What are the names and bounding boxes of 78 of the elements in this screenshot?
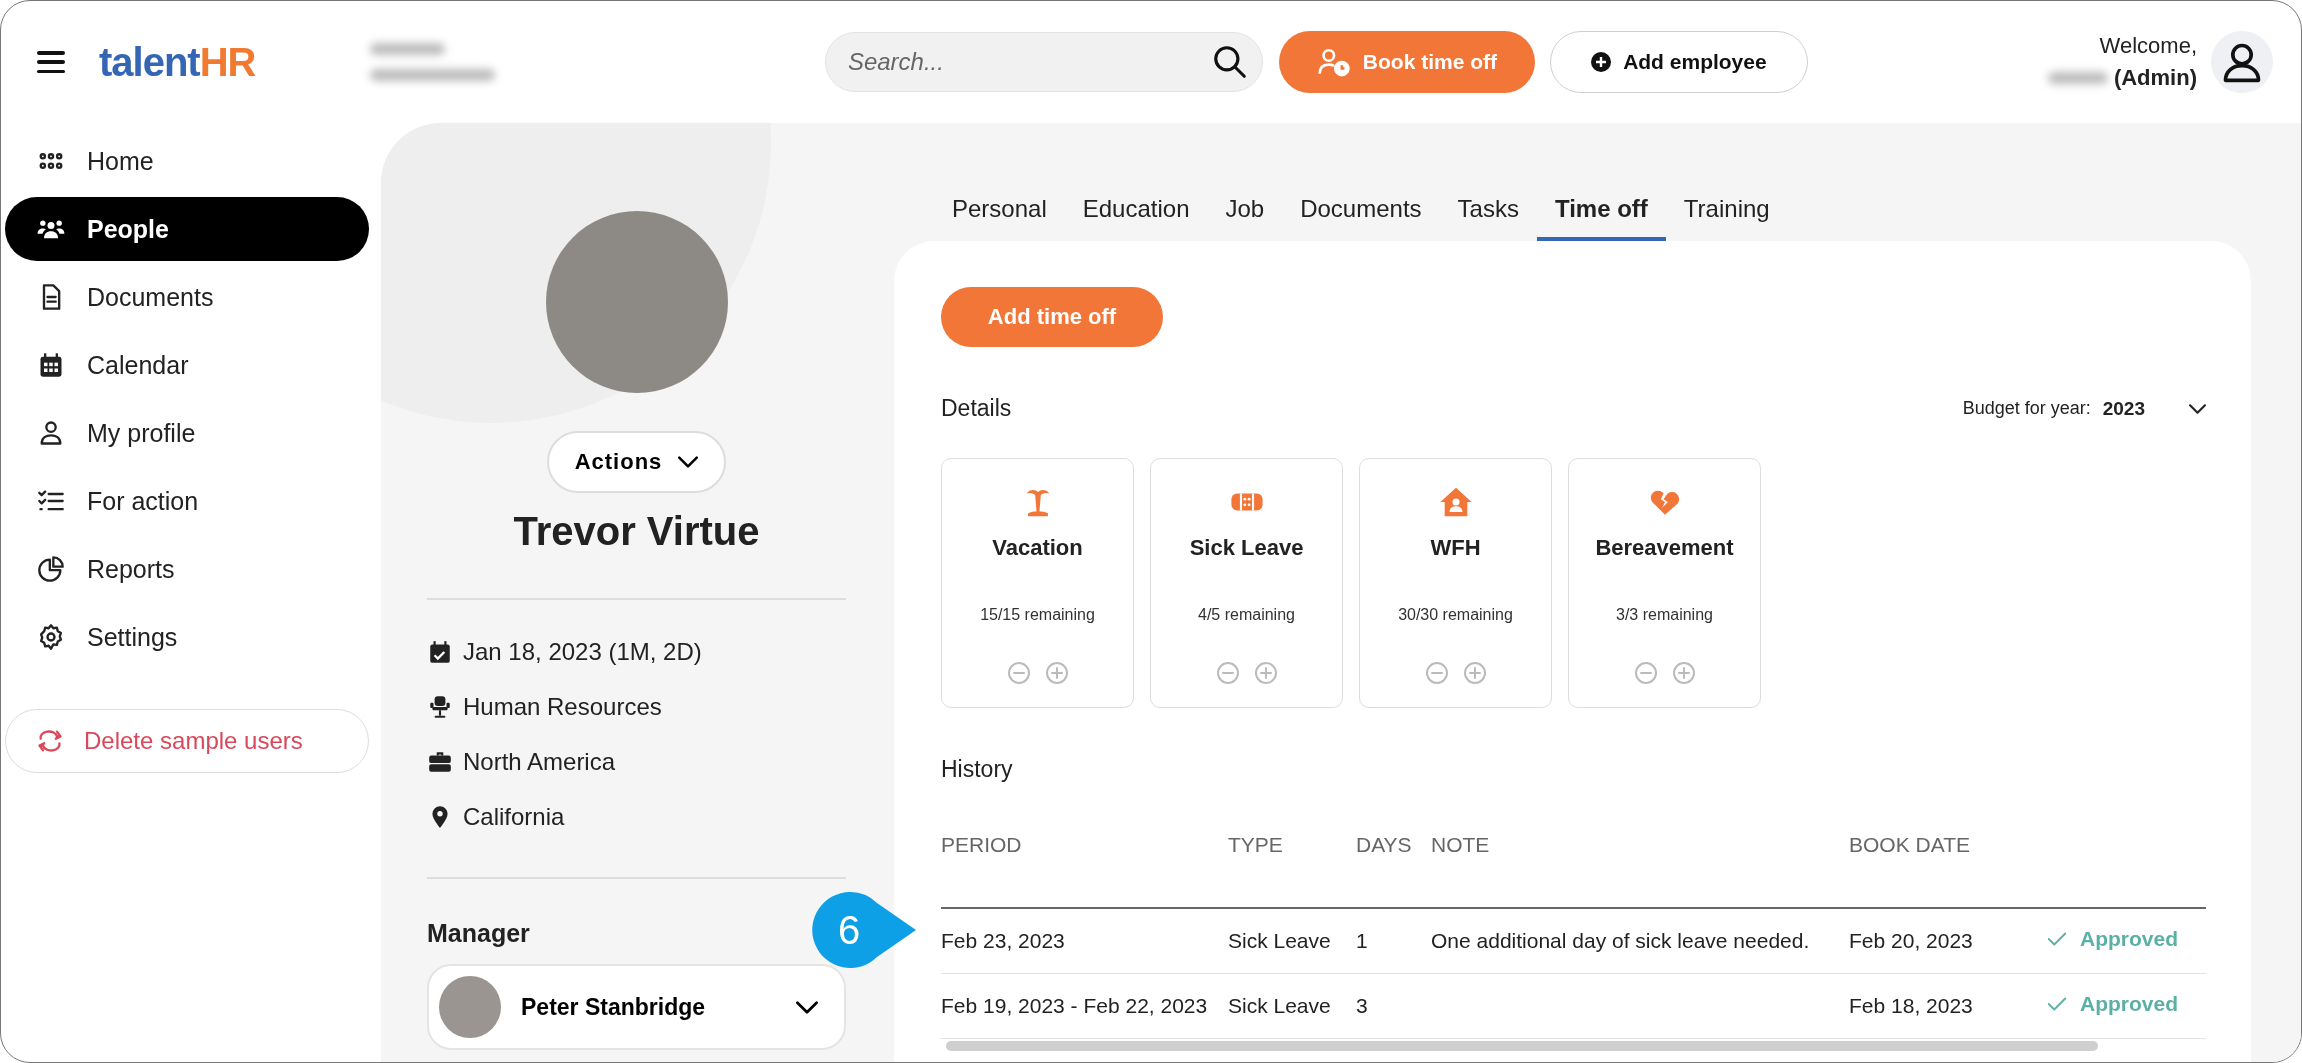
sidebar-item[interactable]: Settings — [5, 605, 369, 669]
scrollbar[interactable] — [946, 1041, 2098, 1051]
chevron-down-icon — [796, 1000, 818, 1014]
sidebar-item[interactable]: My profile — [5, 401, 369, 465]
tab[interactable]: Personal — [934, 195, 1065, 241]
profile-fact: Jan 18, 2023 (1M, 2D) — [463, 638, 702, 666]
chevron-down-icon — [2189, 403, 2206, 414]
table-cell: Feb 19, 2023 - Feb 22, 2023 — [941, 994, 1208, 1017]
logo[interactable]: talentHR — [99, 42, 256, 82]
refresh-icon — [36, 727, 64, 755]
profile-fact: California — [463, 803, 565, 831]
plus-circle-icon[interactable] — [1671, 661, 1696, 685]
tab[interactable]: Job — [1207, 195, 1283, 241]
sidebar-item[interactable]: For action — [5, 469, 369, 533]
plus-circle-icon[interactable] — [1253, 661, 1278, 685]
status-label: Approved — [2046, 927, 2178, 951]
remaining-count: 15/15 remaining — [980, 606, 1095, 624]
table-cell: One additional day of sick leave needed. — [1431, 929, 1810, 952]
pie-icon — [37, 555, 65, 583]
house-icon — [1438, 485, 1473, 519]
plus-circle-icon[interactable] — [1044, 661, 1069, 685]
callout-badge: 6 — [812, 892, 916, 968]
tab[interactable]: Documents — [1282, 195, 1440, 241]
table-cell: 3 — [1356, 994, 1368, 1017]
manager-heading: Manager — [427, 919, 531, 948]
tab[interactable]: Training — [1665, 195, 1788, 241]
column-header: TYPE — [1228, 833, 1356, 908]
employee-name: Trevor Virtue — [513, 509, 760, 554]
table-cell: Feb 20, 2023 — [1849, 929, 1973, 952]
details-heading: Details — [941, 395, 1012, 422]
leave-type: Vacation — [992, 535, 1083, 561]
minus-circle-icon[interactable] — [1424, 661, 1449, 685]
manager-dropdown[interactable]: Peter Stanbridge — [427, 964, 846, 1050]
column-header: NOTE — [1431, 833, 1849, 908]
table-cell: Sick Leave — [1228, 929, 1331, 952]
budget-year-dropdown[interactable]: Budget for year: 2023 — [1962, 397, 2206, 420]
chevron-down-icon — [678, 456, 699, 468]
sidebar-item[interactable]: Reports — [5, 537, 369, 601]
status-label: Approved — [2046, 992, 2178, 1016]
gear-icon — [37, 623, 65, 651]
menu-icon[interactable] — [37, 51, 65, 73]
sidebar-item[interactable]: Calendar — [5, 333, 369, 397]
minus-circle-icon[interactable] — [1633, 661, 1658, 685]
leave-type: Sick Leave — [1189, 535, 1304, 561]
profile-fact: Human Resources — [463, 693, 662, 721]
plus-circle-icon — [1591, 52, 1612, 72]
history-heading: History — [941, 756, 1014, 783]
tab[interactable]: Tasks — [1439, 195, 1537, 241]
remaining-count: 4/5 remaining — [1198, 606, 1295, 624]
leave-type: WFH — [1430, 535, 1481, 561]
column-header: DAYS — [1356, 833, 1431, 908]
table-cell: Feb 18, 2023 — [1849, 994, 1973, 1017]
sidebar-item[interactable]: Documents — [5, 265, 369, 329]
search-field[interactable]: Search... — [824, 32, 1263, 92]
leave-type: Bereavement — [1595, 535, 1734, 561]
briefcase-icon — [427, 749, 453, 775]
delete-sample-users-button[interactable]: Delete sample users — [5, 709, 369, 773]
minus-circle-icon[interactable] — [1215, 661, 1240, 685]
actions-button[interactable]: Actions — [546, 431, 727, 493]
remaining-count: 3/3 remaining — [1616, 606, 1713, 624]
user-role: (Admin) — [2113, 65, 2197, 91]
column-header: BOOK DATE — [1849, 833, 2046, 908]
blurred-text — [2047, 72, 2108, 84]
table-cell: Sick Leave — [1228, 994, 1331, 1017]
minus-circle-icon[interactable] — [1006, 661, 1031, 685]
profile-fact: North America — [463, 748, 616, 776]
column-header: PERIOD — [941, 833, 1228, 908]
chair-icon — [427, 694, 453, 720]
table-cell: Feb 23, 2023 — [941, 929, 1065, 952]
tab[interactable]: Education — [1064, 195, 1208, 241]
calendar-check-icon — [427, 639, 453, 665]
welcome-text: Welcome, — [2099, 33, 2197, 59]
sidebar-item[interactable]: People — [5, 197, 369, 261]
plus-circle-icon[interactable] — [1462, 661, 1487, 685]
remaining-count: 30/30 remaining — [1398, 606, 1513, 624]
sidebar-item[interactable]: Home — [5, 129, 369, 193]
add-employee-button[interactable]: Add employee — [1549, 31, 1808, 93]
table-cell: 1 — [1356, 929, 1368, 952]
